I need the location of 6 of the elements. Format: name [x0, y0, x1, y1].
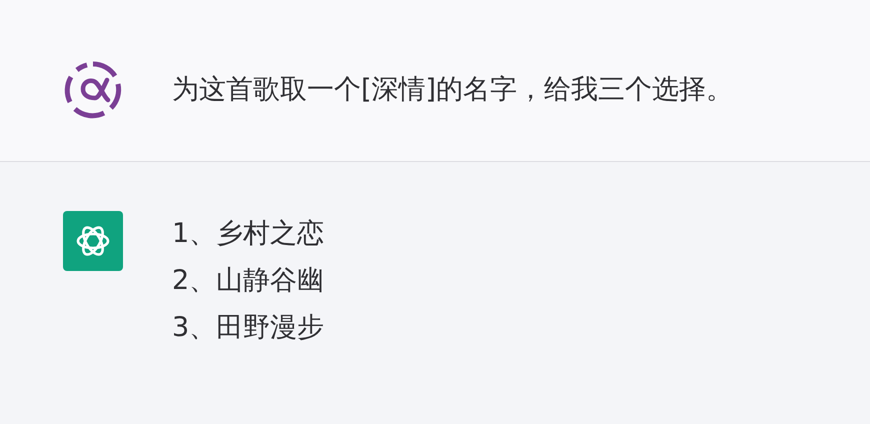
knot-icon — [63, 211, 123, 271]
answer-line: 1、乡村之恋 — [172, 217, 324, 251]
answer-line: 3、田野漫步 — [172, 311, 324, 345]
logo-icon — [63, 60, 123, 120]
answer-line: 2、山静谷幽 — [172, 264, 324, 298]
prompt-text: 为这首歌取一个[深情]的名字，给我三个选择。 — [172, 73, 734, 107]
